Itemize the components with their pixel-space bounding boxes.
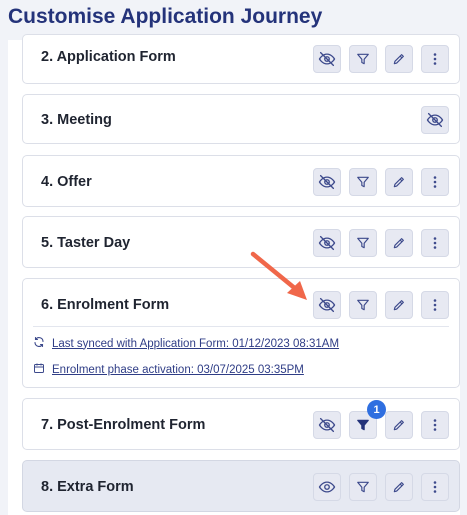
sync-icon — [33, 336, 45, 351]
filter-icon — [356, 175, 370, 189]
page-title: Customise Application Journey — [8, 5, 323, 28]
stage-card-application-form: 2. Application Form — [22, 34, 460, 84]
more-vertical-icon — [429, 298, 441, 312]
edit-button[interactable] — [385, 45, 413, 73]
stage-card-offer: 4. Offer — [22, 155, 460, 207]
edit-button[interactable] — [385, 168, 413, 196]
pencil-icon — [392, 236, 406, 250]
filter-icon — [356, 236, 370, 250]
visibility-toggle-button[interactable] — [313, 473, 341, 501]
visibility-toggle-button[interactable] — [313, 168, 341, 196]
more-vertical-icon — [429, 236, 441, 250]
more-vertical-icon — [429, 480, 441, 494]
stage-name: 4. Offer — [41, 174, 92, 190]
visibility-toggle-button[interactable] — [421, 106, 449, 134]
stage-name: 7. Post-Enrolment Form — [41, 417, 206, 433]
pencil-icon — [392, 480, 406, 494]
stage-card-post-enrolment-form: 7. Post-Enrolment Form 1 — [22, 398, 460, 450]
filter-button[interactable] — [349, 473, 377, 501]
visibility-toggle-button[interactable] — [313, 411, 341, 439]
sync-info-link[interactable]: Last synced with Application Form: 01/12… — [52, 338, 339, 350]
edit-button[interactable] — [385, 411, 413, 439]
visibility-toggle-button[interactable] — [313, 291, 341, 319]
edit-button[interactable] — [385, 229, 413, 257]
pencil-icon — [392, 298, 406, 312]
calendar-icon — [33, 362, 45, 377]
more-options-button[interactable] — [421, 473, 449, 501]
filter-button[interactable] — [349, 168, 377, 196]
stage-card-taster-day: 5. Taster Day — [22, 216, 460, 268]
stage-name: 6. Enrolment Form — [41, 297, 170, 313]
activation-info-line: Enrolment phase activation: 03/07/2025 0… — [33, 362, 304, 377]
stage-name: 5. Taster Day — [41, 235, 131, 251]
more-options-button[interactable] — [421, 229, 449, 257]
stage-card-extra-form: 8. Extra Form — [22, 460, 460, 512]
eye-off-icon — [318, 234, 336, 252]
divider — [33, 326, 449, 327]
more-options-button[interactable] — [421, 168, 449, 196]
stage-card-meeting: 3. Meeting — [22, 94, 460, 144]
stage-name: 8. Extra Form — [41, 479, 134, 495]
more-options-button[interactable] — [421, 291, 449, 319]
filter-count-badge: 1 — [367, 400, 386, 419]
eye-off-icon — [318, 416, 336, 434]
filter-button[interactable] — [349, 45, 377, 73]
eye-off-icon — [318, 50, 336, 68]
pencil-icon — [392, 52, 406, 66]
filter-filled-icon — [356, 418, 370, 432]
eye-icon — [318, 478, 336, 496]
activation-info-link[interactable]: Enrolment phase activation: 03/07/2025 0… — [52, 364, 304, 376]
filter-icon — [356, 298, 370, 312]
eye-off-icon — [426, 111, 444, 129]
more-vertical-icon — [429, 175, 441, 189]
more-vertical-icon — [429, 52, 441, 66]
filter-button-active[interactable]: 1 — [349, 400, 386, 439]
filter-button[interactable] — [349, 291, 377, 319]
pencil-icon — [392, 175, 406, 189]
filter-icon — [356, 480, 370, 494]
more-vertical-icon — [429, 418, 441, 432]
more-options-button[interactable] — [421, 45, 449, 73]
visibility-toggle-button[interactable] — [313, 45, 341, 73]
sync-info-line: Last synced with Application Form: 01/12… — [33, 336, 339, 351]
stage-name: 2. Application Form — [41, 49, 176, 65]
pencil-icon — [392, 418, 406, 432]
eye-off-icon — [318, 296, 336, 314]
edit-button[interactable] — [385, 473, 413, 501]
stage-name: 3. Meeting — [41, 112, 112, 128]
eye-off-icon — [318, 173, 336, 191]
edit-button[interactable] — [385, 291, 413, 319]
filter-icon — [356, 52, 370, 66]
more-options-button[interactable] — [421, 411, 449, 439]
filter-button[interactable] — [349, 229, 377, 257]
stage-card-enrolment-form: 6. Enrolment Form Last synced with Appli… — [22, 278, 460, 388]
visibility-toggle-button[interactable] — [313, 229, 341, 257]
